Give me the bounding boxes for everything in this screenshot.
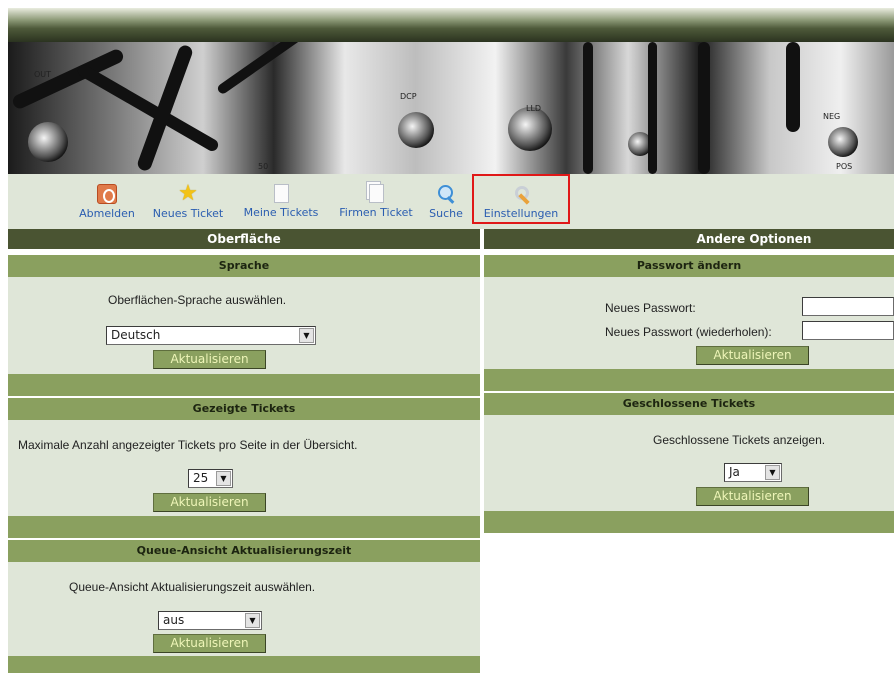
closed-tickets-update-button[interactable]: Aktualisieren [696,487,809,506]
document-icon [273,184,289,203]
top-gradient-bar [8,8,894,42]
nav-search-label: Suche [429,207,463,220]
queue-refresh-description: Queue-Ansicht Aktualisierungszeit auswäh… [69,580,316,594]
nav-new-ticket[interactable]: ★ Neues Ticket [146,181,230,224]
repeat-password-label: Neues Passwort (wiederholen): [605,325,772,339]
nav-my-tickets[interactable]: Meine Tickets [236,184,326,224]
chevron-down-icon: ▼ [765,465,780,480]
panel-footer [8,516,480,538]
queue-refresh-select[interactable]: aus ▼ [158,611,262,630]
queue-refresh-selected-value: aus [163,613,185,627]
search-icon [436,184,456,204]
panel-queue-refresh: Queue-Ansicht Aktualisierungszeit auswäh… [8,562,480,656]
closed-tickets-select[interactable]: Ja ▼ [724,463,782,482]
panel-footer [484,369,894,391]
shown-tickets-description: Maximale Anzahl angezeigter Tickets pro … [18,438,358,452]
column-title-interface: Oberfläche [8,229,480,249]
nav-company-tickets-label: Firmen Ticket [339,206,413,219]
queue-refresh-update-button[interactable]: Aktualisieren [153,634,266,653]
panel-title-shown-tickets: Gezeigte Tickets [8,398,480,420]
new-password-field[interactable] [802,297,894,316]
nav-my-tickets-label: Meine Tickets [243,206,319,219]
chevron-down-icon: ▼ [216,471,231,486]
panel-closed-tickets: Geschlossene Tickets anzeigen. Ja ▼ Aktu… [484,415,894,511]
panel-shown-tickets: Maximale Anzahl angezeigter Tickets pro … [8,420,480,516]
language-select[interactable]: Deutsch ▼ [106,326,316,345]
main-navigation: Abmelden ★ Neues Ticket Meine Tickets Fi… [8,174,894,229]
nav-logout-label: Abmelden [79,207,135,220]
wrench-icon [511,184,531,204]
star-icon: ★ [178,181,198,206]
password-update-button[interactable]: Aktualisieren [696,346,809,365]
panel-title-queue-refresh: Queue-Ansicht Aktualisierungszeit [8,540,480,562]
nav-preferences[interactable]: Einstellungen [472,174,570,224]
documents-icon [368,184,384,203]
banner-label: OUT [34,70,52,79]
banner-label: DCP [400,92,417,101]
column-title-other-options: Andere Optionen [484,229,894,249]
nav-company-tickets[interactable]: Firmen Ticket [332,184,420,224]
nav-search[interactable]: Suche [426,184,466,224]
language-update-button[interactable]: Aktualisieren [153,350,266,369]
language-description: Oberflächen-Sprache auswählen. [108,293,287,307]
panel-language: Oberflächen-Sprache auswählen. Deutsch ▼… [8,277,480,374]
panel-change-password: Neues Passwort: Neues Passwort (wiederho… [484,277,894,369]
chevron-down-icon: ▼ [299,328,314,343]
chevron-down-icon: ▼ [245,613,260,628]
closed-tickets-description: Geschlossene Tickets anzeigen. [653,433,826,447]
panel-footer [8,374,480,396]
banner-label: NEG [823,112,841,121]
closed-tickets-selected-value: Ja [729,465,740,479]
shown-tickets-selected-value: 25 [193,471,209,485]
language-selected-value: Deutsch [111,328,161,342]
nav-preferences-label: Einstellungen [483,207,559,220]
repeat-password-field[interactable] [802,321,894,340]
panel-footer [484,511,894,533]
panel-footer [8,656,480,673]
shown-tickets-update-button[interactable]: Aktualisieren [153,493,266,512]
header-banner-image: OUT DCP LLD NEG POS 50 [8,42,894,174]
panel-title-closed-tickets: Geschlossene Tickets [484,393,894,415]
banner-label: POS [836,162,853,171]
banner-label: 50 [258,162,269,171]
nav-logout[interactable]: Abmelden [74,184,140,224]
logout-icon [97,184,117,204]
banner-label: LLD [526,104,542,113]
shown-tickets-select[interactable]: 25 ▼ [188,469,233,488]
new-password-label: Neues Passwort: [605,301,696,315]
nav-new-ticket-label: Neues Ticket [152,207,224,220]
panel-title-language: Sprache [8,255,480,277]
panel-title-change-password: Passwort ändern [484,255,894,277]
